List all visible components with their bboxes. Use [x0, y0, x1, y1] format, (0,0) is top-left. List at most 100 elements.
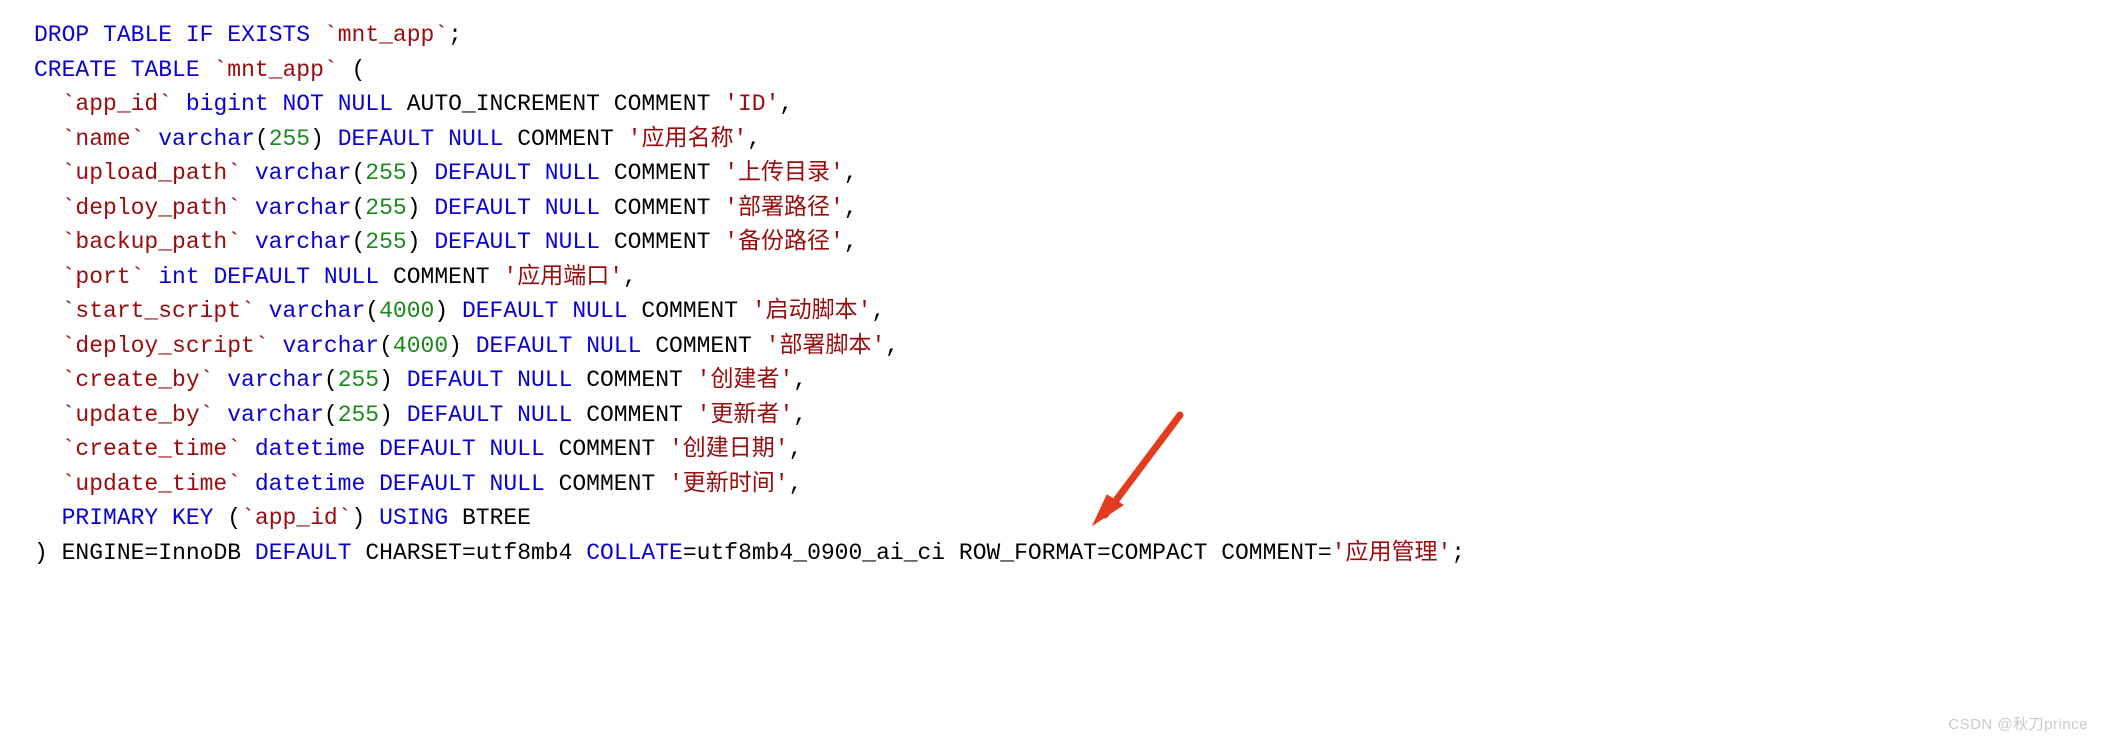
kw-table: TABLE	[131, 57, 200, 83]
engine-name: InnoDB	[158, 540, 241, 566]
kw-default: DEFAULT	[462, 298, 559, 324]
pk-col: `app_id`	[241, 505, 351, 531]
kw-comment: COMMENT	[517, 126, 614, 152]
kw-comment: COMMENT	[614, 160, 711, 186]
col-size: 255	[269, 126, 310, 152]
col-type: varchar	[255, 160, 352, 186]
col-type: datetime	[255, 471, 365, 497]
kw-comment: COMMENT	[655, 333, 752, 359]
col-name: `deploy_script`	[62, 333, 269, 359]
kw-comment: COMMENT	[586, 402, 683, 428]
kw-default: DEFAULT	[407, 402, 504, 428]
col-size: 255	[365, 229, 406, 255]
kw-comment: COMMENT	[586, 367, 683, 393]
col-type: varchar	[255, 229, 352, 255]
col-size: 255	[338, 402, 379, 428]
kw-exists: EXISTS	[227, 22, 310, 48]
col-type: varchar	[255, 195, 352, 221]
kw-null: NULL	[448, 126, 503, 152]
col-size: 4000	[379, 298, 434, 324]
kw-key: KEY	[172, 505, 213, 531]
pk-close: )	[352, 505, 366, 531]
kw-null: NULL	[490, 471, 545, 497]
kw-comment: COMMENT	[559, 436, 656, 462]
kw-default: DEFAULT	[434, 229, 531, 255]
kw-charset: CHARSET	[365, 540, 462, 566]
col-name: `port`	[62, 264, 145, 290]
close-paren: )	[34, 540, 48, 566]
kw-null: NULL	[572, 298, 627, 324]
kw-null: NULL	[490, 436, 545, 462]
kw-create: CREATE	[34, 57, 117, 83]
kw-default: DEFAULT	[434, 195, 531, 221]
col-size: 255	[338, 367, 379, 393]
col-comment: '部署路径'	[724, 195, 844, 221]
pk-method: BTREE	[462, 505, 531, 531]
kw-default: DEFAULT	[476, 333, 573, 359]
watermark-text: CSDN @秋刀prince	[1948, 713, 2088, 734]
rowformat-name: COMPACT	[1111, 540, 1208, 566]
kw-if: IF	[186, 22, 214, 48]
kw-default: DEFAULT	[379, 436, 476, 462]
col-comment: '更新者'	[697, 402, 794, 428]
col-comment: '创建日期'	[669, 436, 789, 462]
kw-comment: COMMENT	[614, 195, 711, 221]
col-name: `deploy_path`	[62, 195, 241, 221]
kw-primary: PRIMARY	[62, 505, 159, 531]
col-name: `name`	[62, 126, 145, 152]
col-comment: '部署脚本'	[766, 333, 886, 359]
col-name: `app_id`	[62, 91, 172, 117]
kw-drop: DROP	[34, 22, 89, 48]
charset-name: utf8mb4	[476, 540, 573, 566]
kw-null: NULL	[545, 229, 600, 255]
kw-rowformat: ROW_FORMAT	[959, 540, 1097, 566]
col-type: varchar	[269, 298, 366, 324]
kw-null: NULL	[517, 367, 572, 393]
kw-comment: COMMENT	[1221, 540, 1318, 566]
kw-comment: COMMENT	[559, 471, 656, 497]
kw-engine: ENGINE	[62, 540, 145, 566]
col-type: int	[158, 264, 199, 290]
col-name: `update_time`	[62, 471, 241, 497]
kw-default: DEFAULT	[407, 367, 504, 393]
col-comment: '上传目录'	[724, 160, 844, 186]
col-comment: '创建者'	[697, 367, 794, 393]
col-type: bigint	[186, 91, 269, 117]
col-name: `start_script`	[62, 298, 255, 324]
collate-name: utf8mb4_0900_ai_ci	[697, 540, 945, 566]
col-name: `create_time`	[62, 436, 241, 462]
table-comment: '应用管理'	[1332, 540, 1452, 566]
kw-notnull: NOT NULL	[282, 91, 392, 117]
col-extra: AUTO_INCREMENT	[407, 91, 600, 117]
col-name: `create_by`	[62, 367, 214, 393]
col-size: 4000	[393, 333, 448, 359]
col-type: varchar	[158, 126, 255, 152]
col-comment: '备份路径'	[724, 229, 844, 255]
col-name: `upload_path`	[62, 160, 241, 186]
kw-comment: COMMENT	[614, 91, 711, 117]
col-comment: '应用端口'	[503, 264, 623, 290]
col-comment: '更新时间'	[669, 471, 789, 497]
kw-default: DEFAULT	[213, 264, 310, 290]
kw-table: TABLE	[103, 22, 172, 48]
kw-using: USING	[379, 505, 448, 531]
col-size: 255	[365, 195, 406, 221]
kw-collate: COLLATE	[586, 540, 683, 566]
kw-comment: COMMENT	[393, 264, 490, 290]
col-size: 255	[365, 160, 406, 186]
kw-null: NULL	[545, 195, 600, 221]
col-type: varchar	[282, 333, 379, 359]
col-comment: '启动脚本'	[752, 298, 872, 324]
kw-default: DEFAULT	[379, 471, 476, 497]
col-type: datetime	[255, 436, 365, 462]
kw-default: DEFAULT	[434, 160, 531, 186]
kw-comment: COMMENT	[614, 229, 711, 255]
create-table-name: `mnt_app`	[213, 57, 337, 83]
col-comment: 'ID'	[724, 91, 779, 117]
col-name: `update_by`	[62, 402, 214, 428]
kw-comment: COMMENT	[641, 298, 738, 324]
col-name: `backup_path`	[62, 229, 241, 255]
pk-open: (	[227, 505, 241, 531]
kw-default: DEFAULT	[338, 126, 435, 152]
kw-default: DEFAULT	[255, 540, 352, 566]
